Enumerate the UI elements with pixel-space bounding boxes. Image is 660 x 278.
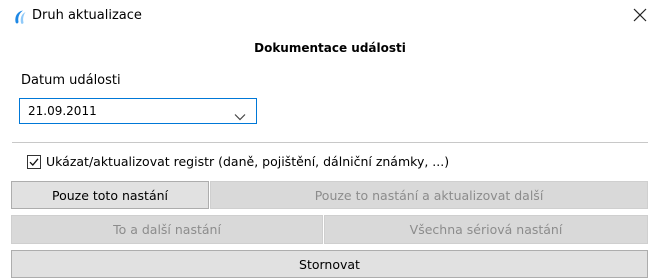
section-heading: Dokumentace události: [254, 41, 406, 55]
all-series-button[interactable]: Všechna sériová nastání: [324, 215, 648, 244]
show-registry-checkbox[interactable]: [27, 155, 41, 169]
show-registry-label: Ukázat/aktualizovat registr (daně, pojiš…: [46, 154, 450, 169]
separator: [12, 142, 648, 143]
cancel-button[interactable]: Stornovat: [11, 250, 648, 278]
only-this-update-next-button[interactable]: Pouze to nastání a aktualizovat další: [210, 181, 648, 209]
this-and-next-button[interactable]: To a další nastání: [11, 215, 323, 244]
only-this-occurrence-button[interactable]: Pouze toto nastání: [11, 181, 209, 209]
app-logo-icon: [12, 9, 28, 25]
event-date-value: 21.09.2011: [28, 104, 97, 118]
close-button[interactable]: [625, 4, 655, 28]
close-icon: [633, 7, 647, 26]
chevron-down-icon[interactable]: [233, 107, 247, 121]
title-bar: Druh aktualizace: [0, 0, 660, 32]
update-type-dialog: Druh aktualizace Dokumentace události Da…: [0, 0, 660, 278]
show-registry-option[interactable]: Ukázat/aktualizovat registr (daně, pojiš…: [27, 153, 449, 171]
window-title: Druh aktualizace: [32, 8, 142, 23]
event-date-select[interactable]: 21.09.2011: [19, 98, 257, 124]
checkmark-icon: [29, 158, 39, 166]
date-label: Datum události: [21, 73, 121, 88]
